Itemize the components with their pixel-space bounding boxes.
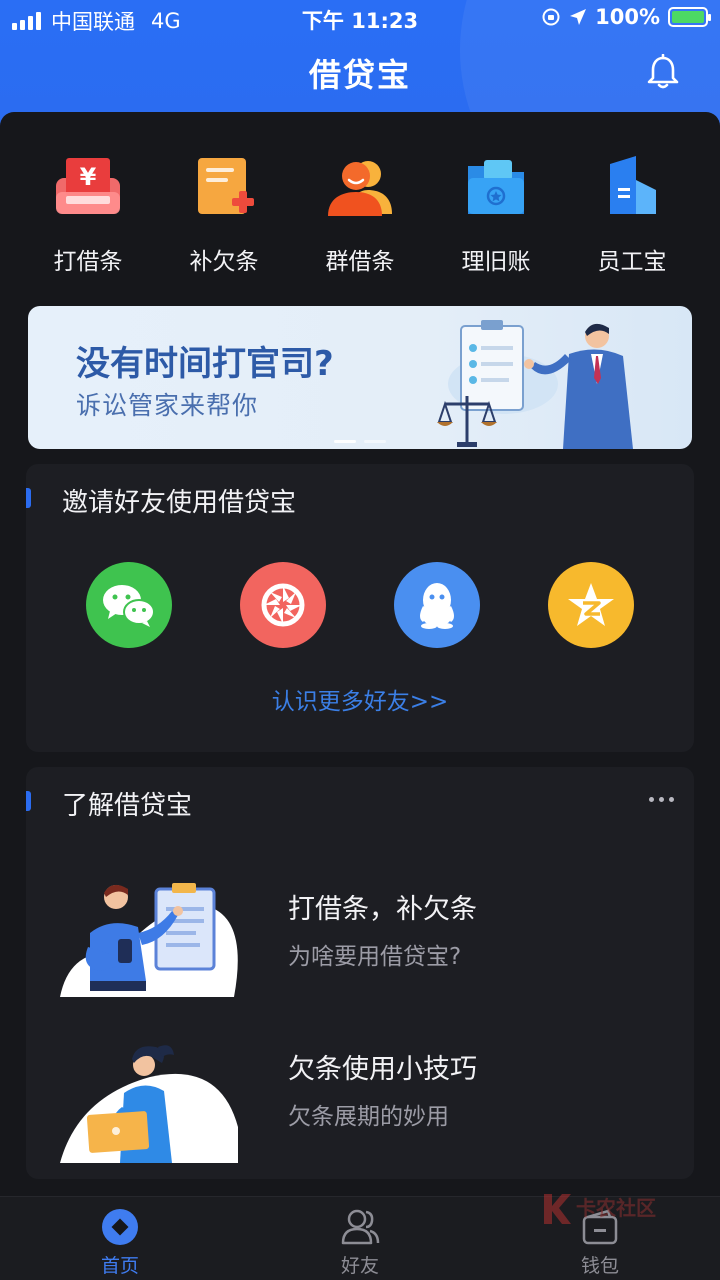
moments-icon (261, 583, 305, 627)
invite-title: 邀请好友使用借贷宝 (62, 488, 297, 518)
share-wechat-button[interactable] (86, 562, 172, 648)
tab-friends[interactable]: 好友 (270, 1197, 450, 1280)
tab-label: 首页 (100, 1255, 139, 1277)
article-illustration-laptop (60, 1045, 238, 1163)
share-targets (86, 562, 634, 648)
main-panel: ¥ 打借条 补欠条 群借条 理旧账 员工宝 没有时间打官司? 诉讼管家来帮你 邀… (0, 112, 720, 1196)
section-accent (26, 488, 31, 508)
article-title: 欠条使用小技巧 (288, 1054, 477, 1085)
learn-card: 了解借贷宝 打借条，补欠条 为啥要用借贷宝? 欠条使用小技巧 欠条展期的妙用 (26, 767, 694, 1179)
debt-note-add-icon (198, 158, 254, 214)
learn-title: 了解借贷宝 (62, 791, 193, 821)
article-subtitle: 为啥要用借贷宝? (288, 944, 462, 970)
banner-subline: 诉讼管家来帮你 (76, 391, 259, 420)
watermark-logo: 卡农社区 (540, 1190, 680, 1230)
quick-action-group-iou[interactable]: 群借条 (292, 152, 428, 276)
quick-action-label: 理旧账 (461, 249, 531, 275)
quick-action-label: 群借条 (325, 249, 395, 275)
quick-action-old-accounts[interactable]: 理旧账 (428, 152, 564, 276)
quick-action-label: 补欠条 (189, 249, 259, 275)
orientation-lock-icon (542, 8, 560, 26)
quick-action-debt-note[interactable]: 补欠条 (156, 152, 292, 276)
quick-actions: ¥ 打借条 补欠条 群借条 理旧账 员工宝 (20, 152, 700, 276)
battery-percent: 100% (595, 5, 660, 29)
quick-action-label: 员工宝 (597, 249, 667, 275)
article-item[interactable]: 打借条，补欠条 为啥要用借贷宝? (26, 877, 694, 1027)
more-friends-link[interactable]: 认识更多好友>> (26, 682, 694, 716)
quick-action-label: 打借条 (53, 249, 123, 275)
tab-label: 钱包 (580, 1255, 619, 1277)
article-title: 打借条，补欠条 (288, 894, 477, 925)
share-qzone-button[interactable] (548, 562, 634, 648)
location-icon (570, 9, 587, 25)
tab-home[interactable]: 首页 (30, 1197, 210, 1280)
quick-action-employee[interactable]: 员工宝 (564, 152, 700, 276)
banner-pager (334, 440, 386, 443)
svg-text:¥: ¥ (80, 163, 97, 191)
folder-account-icon (468, 160, 524, 214)
tab-label: 好友 (340, 1255, 379, 1277)
article-item[interactable]: 欠条使用小技巧 欠条展期的妙用 (26, 1037, 694, 1187)
qzone-icon (568, 583, 614, 626)
group-iou-icon (328, 161, 392, 216)
friends-icon (341, 1209, 380, 1245)
quick-action-iou[interactable]: ¥ 打借条 (20, 152, 156, 276)
article-subtitle: 欠条展期的妙用 (288, 1104, 449, 1130)
section-accent (26, 791, 31, 811)
share-moments-button[interactable] (240, 562, 326, 648)
watermark-k-icon (544, 1194, 571, 1224)
iou-icon: ¥ (56, 158, 120, 214)
employee-icon (610, 156, 656, 214)
banner-headline: 没有时间打官司? (76, 344, 334, 384)
article-illustration-clipboard (60, 883, 238, 997)
page-title: 借贷宝 (308, 56, 411, 94)
lawyer-illustration (437, 320, 633, 449)
share-qq-button[interactable] (394, 562, 480, 648)
home-icon (102, 1209, 138, 1245)
status-bar: 中国联通 4G 下午 11:23 100% (0, 0, 720, 36)
top-bar: 中国联通 4G 下午 11:23 100% 借贷宝 (0, 0, 720, 130)
qq-icon (420, 583, 454, 629)
wechat-icon (103, 585, 155, 627)
more-options-icon[interactable] (649, 797, 674, 802)
invite-card: 邀请好友使用借贷宝 认识更多好友>> (26, 464, 694, 752)
battery-icon (668, 7, 711, 27)
watermark-text: 卡农社区 (576, 1196, 656, 1220)
promo-banner[interactable]: 没有时间打官司? 诉讼管家来帮你 (28, 306, 692, 449)
bell-icon[interactable] (646, 54, 680, 90)
